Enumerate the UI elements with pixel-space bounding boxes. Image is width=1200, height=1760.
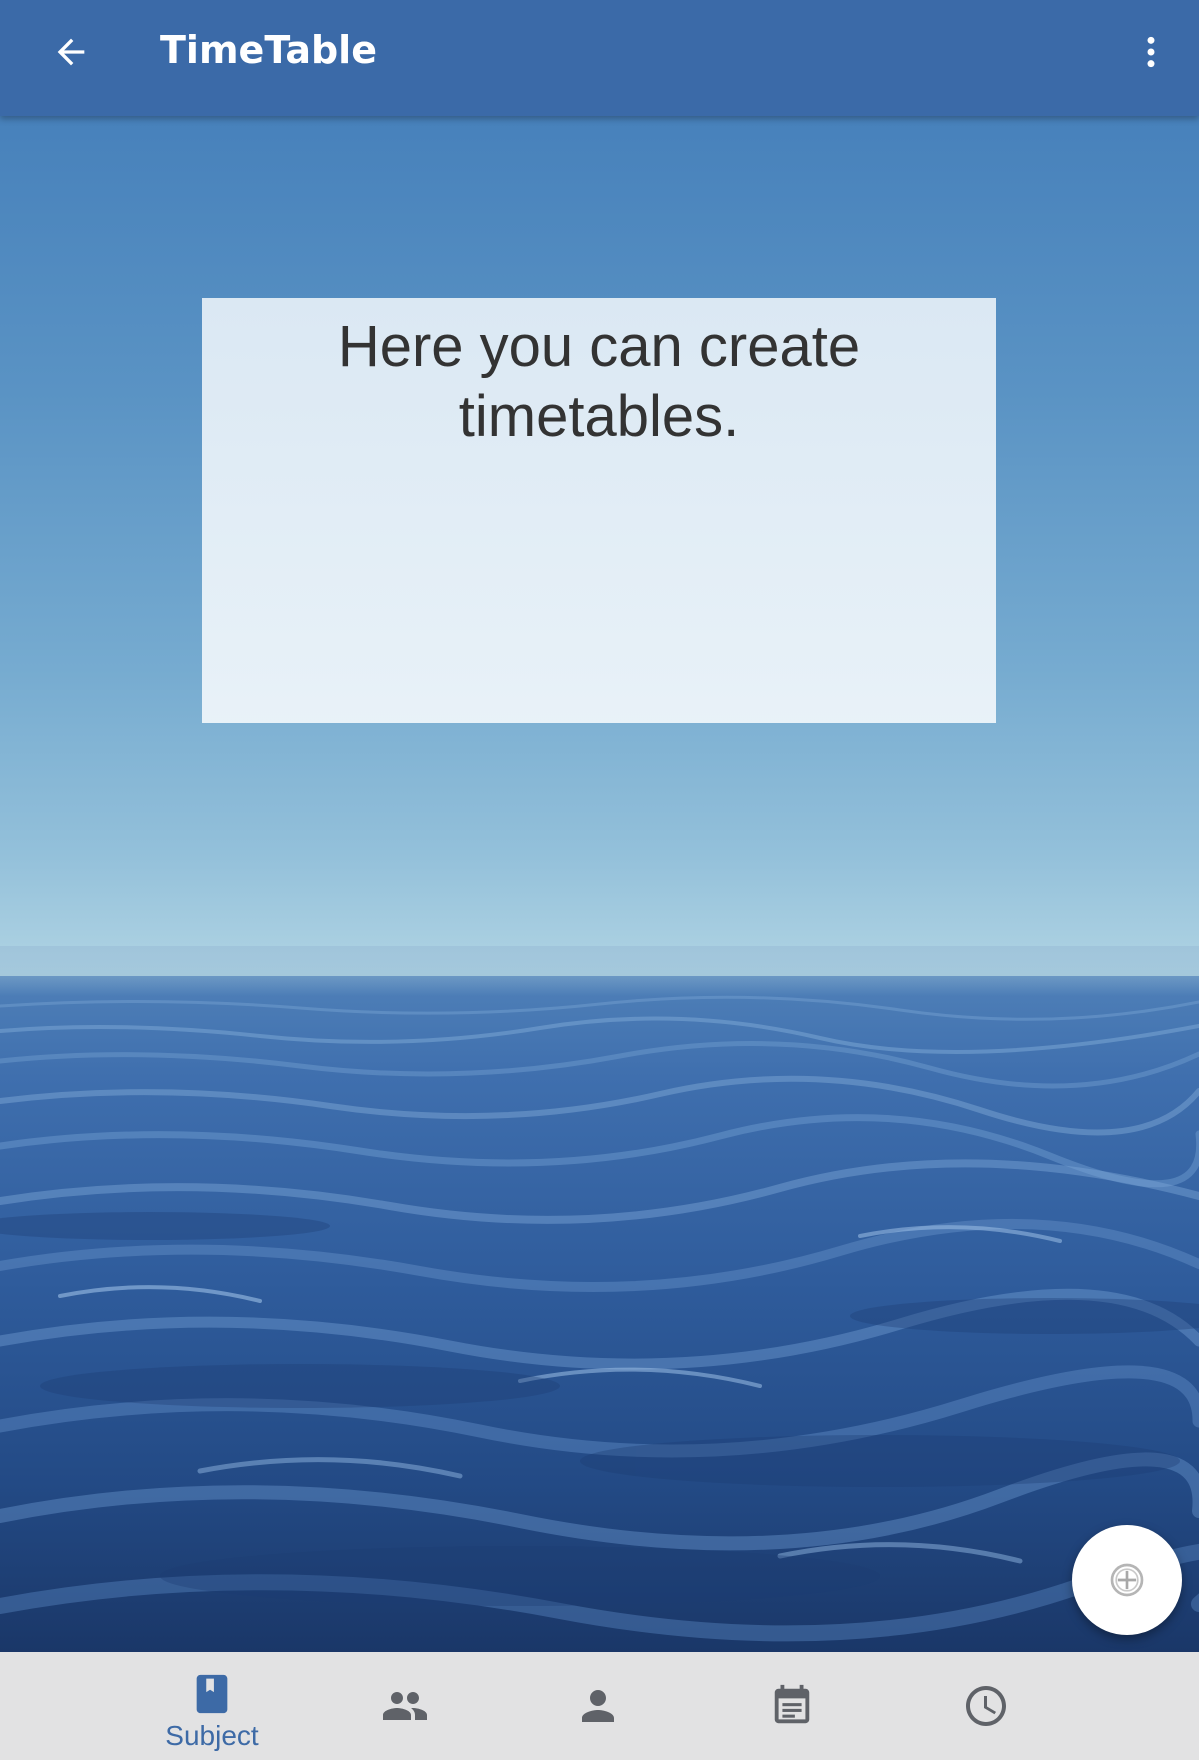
more-vertical-icon <box>1147 36 1155 68</box>
nav-item-person[interactable] <box>518 1652 678 1760</box>
person-icon <box>574 1682 622 1730</box>
info-text: Here you can create timetables. <box>337 314 861 449</box>
info-card: Here you can create timetables. <box>202 298 996 723</box>
add-fab-button[interactable] <box>1072 1525 1182 1635</box>
back-button[interactable] <box>36 22 106 82</box>
nav-item-calendar[interactable] <box>712 1652 872 1760</box>
book-icon <box>188 1670 236 1718</box>
app-window: TimeTable Here you can create timetables… <box>0 0 1199 1760</box>
app-bar: TimeTable <box>0 0 1199 116</box>
overflow-menu-button[interactable] <box>1121 22 1181 82</box>
nav-item-label: Subject <box>165 1720 259 1751</box>
bottom-navigation: Subject <box>0 1652 1199 1760</box>
people-icon <box>381 1682 429 1730</box>
add-circle-icon <box>1110 1563 1144 1597</box>
arrow-left-icon <box>57 38 85 66</box>
calendar-icon <box>768 1682 816 1730</box>
nav-item-groups[interactable] <box>325 1652 485 1760</box>
nav-item-time[interactable] <box>906 1652 1066 1760</box>
clock-icon <box>962 1682 1010 1730</box>
nav-item-subject[interactable]: Subject <box>132 1652 292 1760</box>
screen: TimeTable Here you can create timetables… <box>0 0 1200 1760</box>
app-title: TimeTable <box>160 28 377 72</box>
